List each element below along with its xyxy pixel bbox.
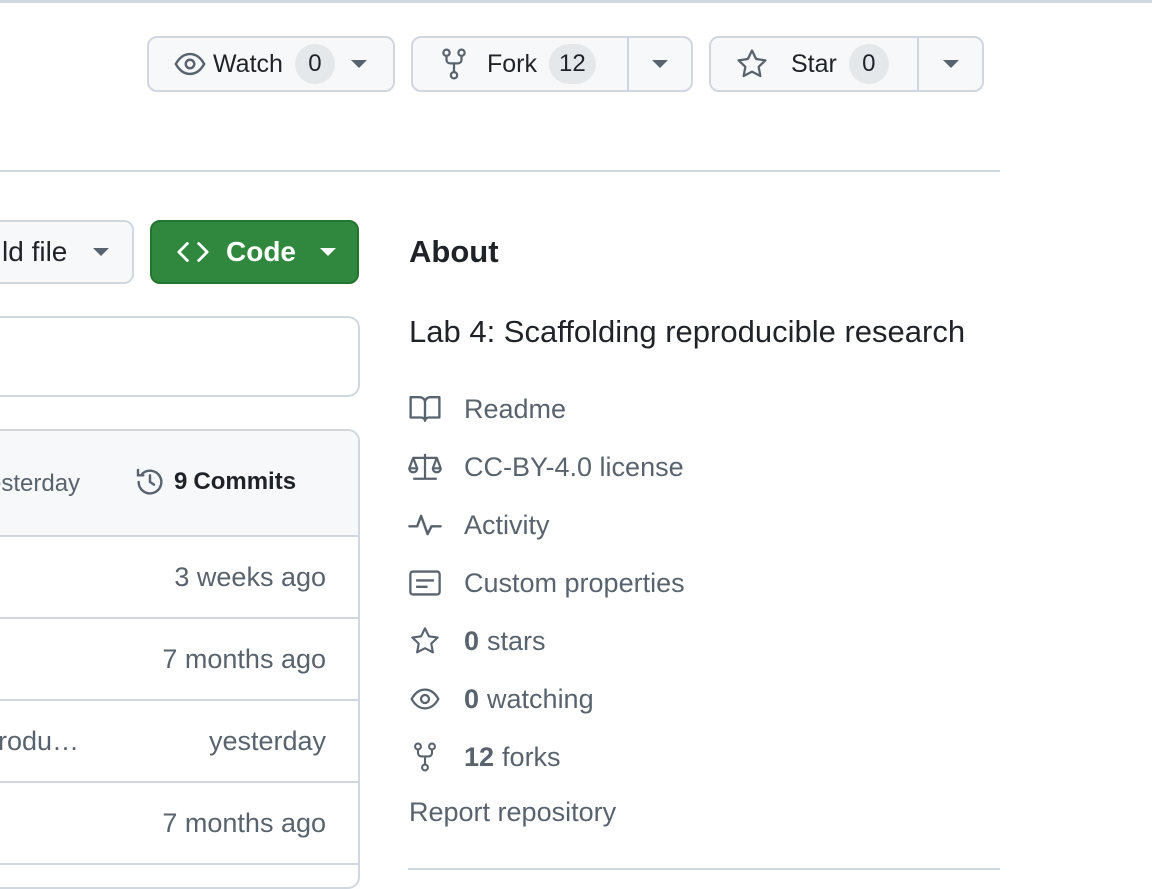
repo-forked-icon	[439, 47, 469, 81]
watch-label: Watch	[213, 49, 283, 78]
repo-forked-icon	[408, 740, 442, 774]
activity-label: Activity	[464, 509, 550, 540]
star-count: 0	[848, 44, 889, 84]
watch-button[interactable]: Watch 0	[147, 36, 395, 92]
report-repository-link[interactable]: Report repository	[409, 797, 616, 828]
fork-button[interactable]: Fork 12	[413, 38, 627, 90]
fork-count: 12	[549, 44, 596, 84]
activity-link[interactable]: Activity	[408, 505, 550, 545]
history-icon	[134, 466, 166, 498]
commit-time: 7 months ago	[162, 808, 326, 838]
code-icon	[176, 237, 210, 267]
fork-button-group: Fork 12	[411, 36, 693, 92]
note-icon	[408, 566, 442, 600]
pulse-icon	[408, 508, 442, 542]
forks-count: 12	[464, 741, 495, 772]
law-icon	[408, 450, 442, 484]
chevron-down-icon	[320, 248, 336, 256]
commit-time: 7 months ago	[162, 644, 326, 674]
star-dropdown-button[interactable]	[919, 38, 982, 90]
latest-commit-time: yesterday	[0, 470, 81, 497]
chevron-down-icon	[652, 60, 668, 68]
forks-label: forks	[502, 741, 561, 772]
chevron-down-icon	[93, 248, 110, 256]
row-divider	[0, 699, 358, 701]
code-button[interactable]: Code	[150, 220, 359, 284]
custom-properties-link[interactable]: Custom properties	[408, 563, 685, 603]
watching-count: 0	[464, 683, 480, 714]
eye-icon	[173, 47, 207, 81]
repo-description: Lab 4: Scaffolding reproducible research	[409, 314, 966, 349]
commits-link[interactable]: 9 Commits	[134, 466, 296, 498]
commits-count: 9	[174, 468, 188, 495]
about-heading: About	[409, 234, 499, 269]
go-to-file-box[interactable]	[0, 316, 360, 397]
top-border	[0, 0, 1152, 3]
license-label: CC-BY-4.0 license	[464, 451, 684, 482]
star-button[interactable]: Star 0	[711, 38, 917, 90]
star-icon	[408, 624, 442, 658]
header-divider	[0, 170, 1000, 172]
eye-icon	[408, 682, 442, 716]
chevron-down-icon	[942, 60, 959, 68]
row-divider	[0, 617, 358, 619]
book-icon	[408, 392, 442, 426]
commit-message[interactable]: rodu…	[0, 726, 79, 757]
stars-count: 0	[464, 625, 480, 656]
star-label: Star	[791, 49, 837, 78]
chevron-down-icon[interactable]	[350, 60, 367, 68]
watch-count: 0	[294, 44, 335, 84]
add-file-button[interactable]: ld file	[0, 220, 134, 284]
stars-link[interactable]: 0 stars	[408, 621, 546, 661]
watching-link[interactable]: 0 watching	[408, 679, 594, 719]
star-icon	[735, 47, 769, 81]
forks-link[interactable]: 12 forks	[408, 737, 561, 777]
readme-link[interactable]: Readme	[408, 389, 566, 429]
commit-time: 3 weeks ago	[174, 562, 326, 592]
row-divider	[0, 863, 358, 865]
license-link[interactable]: CC-BY-4.0 license	[408, 447, 684, 487]
fork-dropdown-button[interactable]	[629, 38, 691, 90]
star-button-group: Star 0	[709, 36, 984, 92]
custom-properties-label: Custom properties	[464, 567, 685, 598]
watching-label: watching	[487, 683, 594, 714]
row-divider	[0, 535, 358, 537]
row-divider	[0, 781, 358, 783]
commit-time: yesterday	[208, 726, 326, 756]
stars-label: stars	[487, 625, 546, 656]
add-file-label: ld file	[2, 236, 68, 267]
commits-label: Commits	[193, 468, 297, 495]
fork-label: Fork	[487, 49, 537, 78]
code-label: Code	[226, 236, 296, 267]
readme-label: Readme	[464, 393, 567, 424]
about-divider	[408, 868, 1000, 870]
